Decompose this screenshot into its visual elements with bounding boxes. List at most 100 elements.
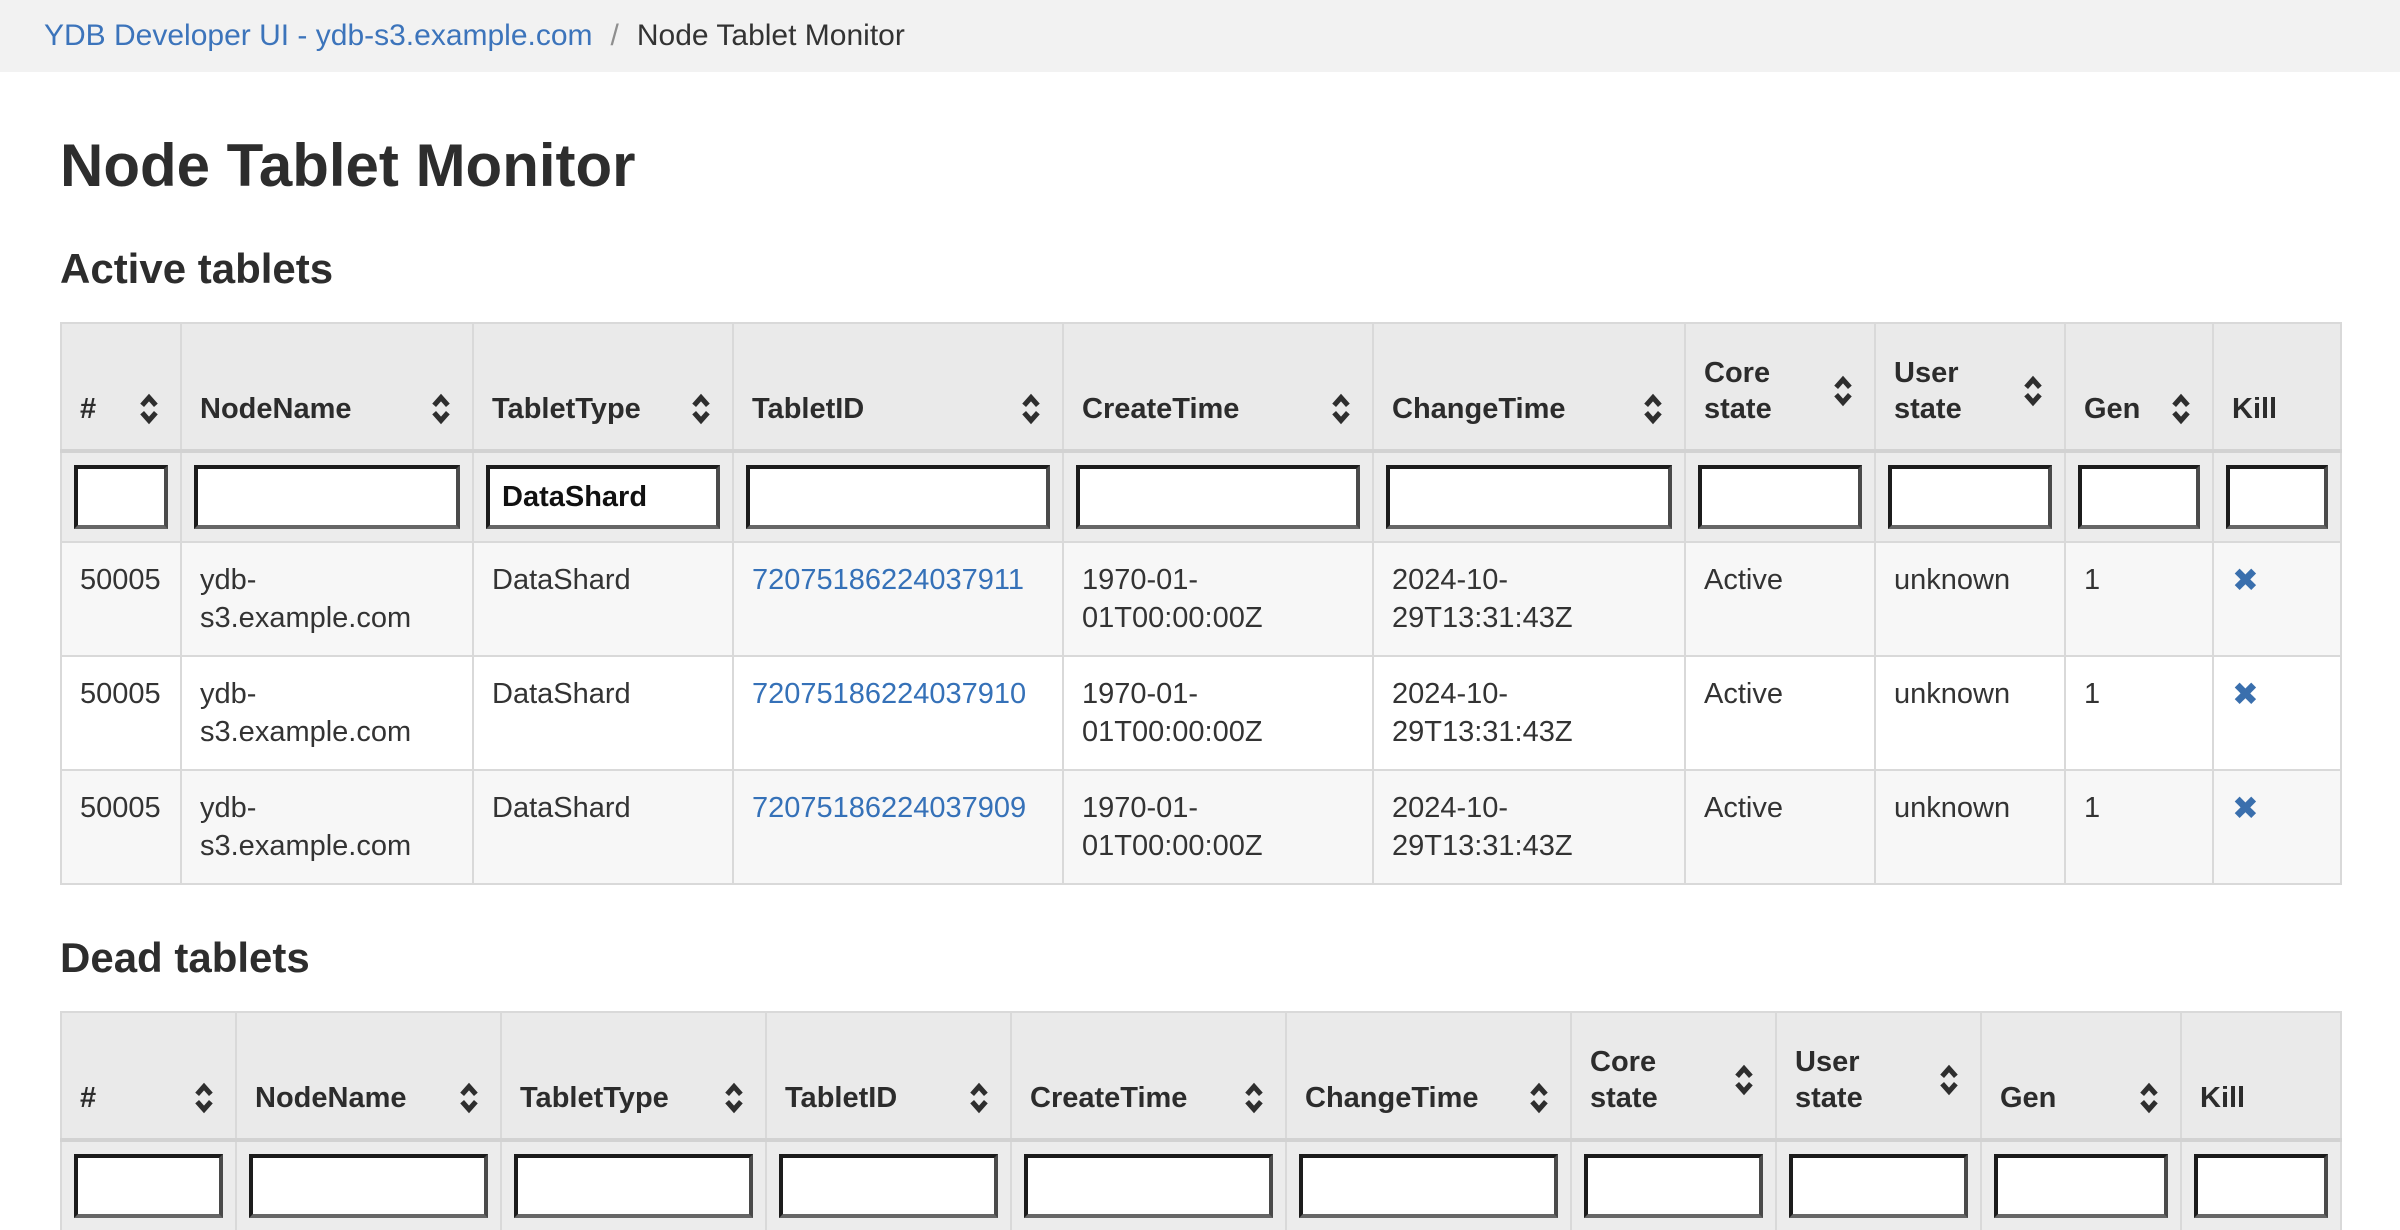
tablet-id-link[interactable]: 72075186224037911 (752, 564, 1024, 596)
sort-icon (138, 393, 160, 425)
dead-tablets-table: # NodeName TabletType TabletID CreateTim… (60, 1011, 2342, 1230)
cell-nodename: ydb-s3.example.com (181, 542, 473, 656)
cell-kill: ✖ (2213, 542, 2341, 656)
cell-gen: 1 (2065, 542, 2213, 656)
cell-num: 50005 (61, 656, 181, 770)
filter-input-kill[interactable] (2226, 465, 2328, 529)
filter-input-createtime[interactable] (1024, 1154, 1273, 1218)
filter-input-createtime[interactable] (1076, 465, 1360, 529)
cell-nodename: ydb-s3.example.com (181, 770, 473, 884)
cell-userstate: unknown (1875, 770, 2065, 884)
header-row: # NodeName TabletType TabletID CreateTim… (61, 1012, 2341, 1140)
cell-createtime: 1970-01-01T00:00:00Z (1063, 656, 1373, 770)
column-header-corestate[interactable]: Core state (1571, 1012, 1776, 1140)
column-header-createtime[interactable]: CreateTime (1011, 1012, 1286, 1140)
cell-gen: 1 (2065, 656, 2213, 770)
page-title: Node Tablet Monitor (60, 136, 2340, 196)
cell-num: 50005 (61, 770, 181, 884)
column-header-nodename[interactable]: NodeName (236, 1012, 501, 1140)
column-header-num[interactable]: # (61, 323, 181, 451)
column-header-gen[interactable]: Gen (2065, 323, 2213, 451)
sort-icon (2170, 393, 2192, 425)
active-tablets-table: # NodeName TabletType TabletID CreateTim… (60, 322, 2342, 885)
cell-tablettype: DataShard (473, 656, 733, 770)
filter-input-num[interactable] (74, 465, 168, 529)
kill-icon[interactable]: ✖ (2232, 790, 2259, 826)
column-header-tabletid[interactable]: TabletID (766, 1012, 1011, 1140)
column-header-createtime[interactable]: CreateTime (1063, 323, 1373, 451)
column-header-userstate[interactable]: User state (1776, 1012, 1981, 1140)
breadcrumb: YDB Developer UI - ydb-s3.example.com / … (0, 0, 2400, 72)
cell-tabletid: 72075186224037910 (733, 656, 1063, 770)
sort-icon (2022, 375, 2044, 407)
filter-input-kill[interactable] (2194, 1154, 2328, 1218)
dead-tablets-heading: Dead tablets (60, 937, 2340, 979)
column-header-changetime[interactable]: ChangeTime (1286, 1012, 1571, 1140)
column-header-corestate[interactable]: Core state (1685, 323, 1875, 451)
filter-input-corestate[interactable] (1584, 1154, 1763, 1218)
sort-icon (723, 1082, 745, 1114)
sort-icon (1330, 393, 1352, 425)
sort-icon (1243, 1082, 1265, 1114)
cell-userstate: unknown (1875, 656, 2065, 770)
filter-input-changetime[interactable] (1386, 465, 1672, 529)
active-tablets-heading: Active tablets (60, 248, 2340, 290)
filter-row (61, 451, 2341, 542)
column-header-kill: Kill (2181, 1012, 2341, 1140)
sort-icon (1733, 1064, 1755, 1096)
kill-icon[interactable]: ✖ (2232, 676, 2259, 712)
filter-input-tabletid[interactable] (779, 1154, 998, 1218)
breadcrumb-current: Node Tablet Monitor (637, 19, 905, 53)
filter-input-nodename[interactable] (194, 465, 460, 529)
kill-icon[interactable]: ✖ (2232, 562, 2259, 598)
sort-icon (968, 1082, 990, 1114)
column-header-tablettype[interactable]: TabletType (473, 323, 733, 451)
sort-icon (2138, 1082, 2160, 1114)
cell-nodename: ydb-s3.example.com (181, 656, 473, 770)
column-header-kill: Kill (2213, 323, 2341, 451)
sort-icon (1020, 393, 1042, 425)
tablet-id-link[interactable]: 72075186224037910 (752, 678, 1026, 710)
filter-input-tabletid[interactable] (746, 465, 1050, 529)
filter-input-changetime[interactable] (1299, 1154, 1558, 1218)
sort-icon (458, 1082, 480, 1114)
breadcrumb-home-link[interactable]: YDB Developer UI - ydb-s3.example.com (44, 19, 593, 53)
cell-tablettype: DataShard (473, 770, 733, 884)
cell-kill: ✖ (2213, 656, 2341, 770)
filter-input-nodename[interactable] (249, 1154, 488, 1218)
column-header-changetime[interactable]: ChangeTime (1373, 323, 1685, 451)
cell-changetime: 2024-10-29T13:31:43Z (1373, 656, 1685, 770)
cell-corestate: Active (1685, 656, 1875, 770)
column-header-gen[interactable]: Gen (1981, 1012, 2181, 1140)
table-row: 50005 ydb-s3.example.com DataShard 72075… (61, 656, 2341, 770)
filter-input-userstate[interactable] (1789, 1154, 1968, 1218)
tablet-id-link[interactable]: 72075186224037909 (752, 792, 1026, 824)
cell-gen: 1 (2065, 770, 2213, 884)
filter-input-gen[interactable] (1994, 1154, 2168, 1218)
sort-icon (1832, 375, 1854, 407)
sort-icon (690, 393, 712, 425)
column-header-tabletid[interactable]: TabletID (733, 323, 1063, 451)
sort-icon (193, 1082, 215, 1114)
filter-input-tablettype[interactable] (514, 1154, 753, 1218)
filter-input-userstate[interactable] (1888, 465, 2052, 529)
sort-icon (1642, 393, 1664, 425)
cell-userstate: unknown (1875, 542, 2065, 656)
table-row: 50005 ydb-s3.example.com DataShard 72075… (61, 770, 2341, 884)
filter-input-tablettype[interactable] (486, 465, 720, 529)
cell-changetime: 2024-10-29T13:31:43Z (1373, 770, 1685, 884)
sort-icon (430, 393, 452, 425)
sort-icon (1528, 1082, 1550, 1114)
cell-tabletid: 72075186224037909 (733, 770, 1063, 884)
column-header-tablettype[interactable]: TabletType (501, 1012, 766, 1140)
filter-input-gen[interactable] (2078, 465, 2200, 529)
filter-input-corestate[interactable] (1698, 465, 1862, 529)
column-header-num[interactable]: # (61, 1012, 236, 1140)
cell-tabletid: 72075186224037911 (733, 542, 1063, 656)
filter-input-num[interactable] (74, 1154, 223, 1218)
filter-row (61, 1140, 2341, 1230)
page-content: Node Tablet Monitor Active tablets # Nod… (0, 136, 2400, 1230)
column-header-nodename[interactable]: NodeName (181, 323, 473, 451)
cell-corestate: Active (1685, 770, 1875, 884)
column-header-userstate[interactable]: User state (1875, 323, 2065, 451)
